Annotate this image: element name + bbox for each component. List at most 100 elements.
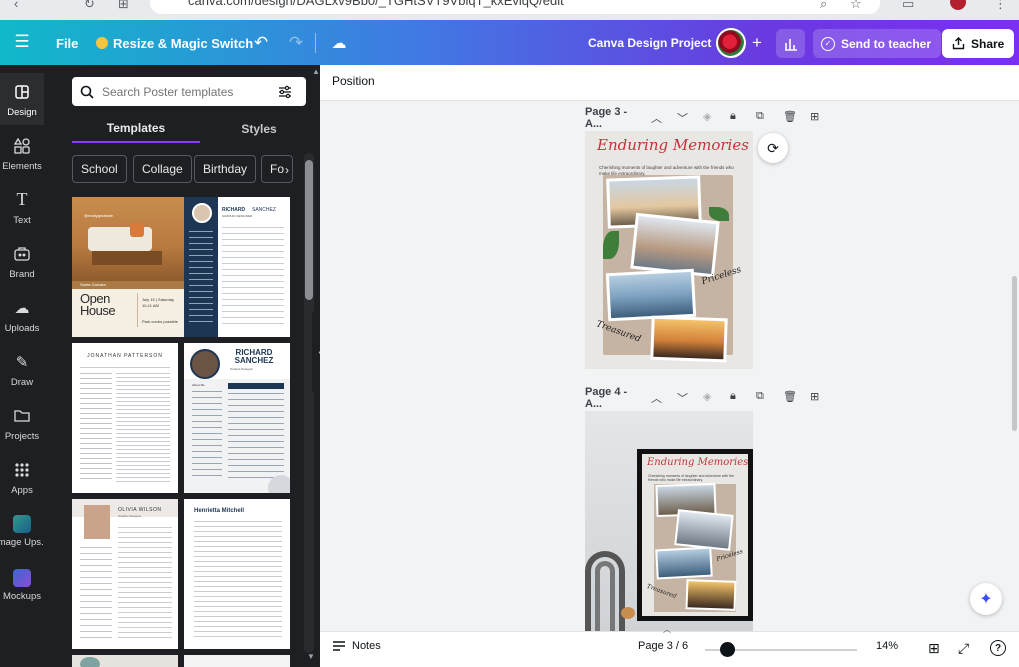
grid-view-icon[interactable]: ⊞ [928,640,940,657]
share-button[interactable]: Share [942,29,1015,58]
search-input[interactable] [102,84,270,99]
page-4-canvas[interactable]: Enduring Memories Cherishing moments of … [585,411,753,631]
template-card[interactable] [72,655,178,667]
file-button[interactable]: File [50,30,84,56]
rail-item-uploads[interactable]: ☁ Uploads [0,289,44,341]
send-label: Send to teacher [841,36,932,51]
chevron-up-icon[interactable]: ︿ [651,390,662,406]
hide-page-icon[interactable]: ◈ [703,110,711,123]
check-circle-icon: ✓ [821,36,835,51]
profile-icon[interactable] [950,0,966,10]
rail-label: Image Ups... [0,536,49,548]
template-card[interactable]: Henrietta Mitchell [184,499,290,649]
chevron-down-icon[interactable]: ﹀ [677,390,688,406]
page-3-canvas[interactable]: Enduring Memories Cherishing moments of … [585,131,753,369]
analytics-button[interactable] [776,29,805,58]
apps-grid-icon [11,459,33,481]
bookmark-star-icon[interactable]: ☆ [850,0,862,12]
zoom-slider-handle[interactable] [720,642,735,657]
main-menu-icon[interactable]: ☰ [12,32,32,52]
template-card[interactable]: OLIVIA WILSON Graphic Designer [72,499,178,649]
lock-icon[interactable]: 🔒︎ [730,390,736,403]
template-name: RICHARD SANCHEZ [234,348,274,365]
chevron-up-icon[interactable]: ︿ [651,110,662,126]
help-button[interactable]: ? [990,640,1006,656]
chevron-right-icon[interactable]: › [285,163,289,177]
canvas-area: Page 3 - A... ︿ ﹀ ◈ 🔒︎ ⧉ 🗑︎ ⊞ Enduring M… [320,101,1019,631]
zoom-level[interactable]: 14% [876,640,898,652]
send-to-teacher-button[interactable]: ✓ Send to teacher [813,29,942,58]
panel-scrollbar[interactable] [304,153,314,653]
trash-icon[interactable]: 🗑︎ [783,110,797,123]
tab-styles[interactable]: Styles [212,115,306,143]
template-card[interactable]: RICHARD SANCHEZ Product Designer About M… [184,343,290,493]
tab-templates[interactable]: Templates [72,115,200,143]
chevron-down-icon[interactable]: ﹀ [677,110,688,126]
page-indicator[interactable]: Page 3 / 6 [638,640,688,652]
resize-magic-switch-button[interactable]: Resize & Magic Switch [90,30,259,56]
add-page-icon[interactable]: ⊞ [810,110,819,123]
panel-scroll-thumb[interactable] [305,160,313,300]
redo-icon[interactable]: ↷ [285,30,307,56]
rail-item-mockups[interactable]: Mockups [0,559,44,611]
refresh-design-icon[interactable]: ⟳ [758,133,788,163]
notes-icon [333,641,345,651]
back-icon[interactable]: ‹ [14,0,18,11]
template-name: JONATHAN PATTERSON [87,353,163,359]
project-title[interactable]: Canva Design Project [588,30,711,56]
template-grid: @reallygreatsite Santa Gulcara Open Hous… [72,197,292,667]
filter-icon[interactable] [278,85,292,99]
hide-page-icon[interactable]: ◈ [703,390,711,403]
page-title[interactable]: Page 4 - A... [585,386,645,410]
chip-collage[interactable]: Collage [133,155,192,183]
rail-item-apps[interactable]: Apps [0,451,44,503]
duplicate-page-icon[interactable]: ⧉ [756,110,764,123]
fullscreen-icon[interactable]: ⤢ [958,640,969,657]
canvas-scrollbar[interactable] [1012,276,1017,431]
poster-photo [605,268,697,322]
undo-icon[interactable]: ↶ [250,30,272,56]
rail-item-projects[interactable]: Projects [0,397,44,449]
cloud-saved-icon[interactable]: ☁ [328,30,350,56]
add-page-icon[interactable]: ⊞ [810,390,819,403]
layout-icon [11,81,33,103]
duplicate-page-icon[interactable]: ⧉ [756,390,764,403]
template-card[interactable]: JONATHAN PATTERSON [72,343,178,493]
show-pages-chevron-icon[interactable]: ︿ [663,624,677,634]
zoom-icon[interactable]: ⌕ [820,0,827,12]
notes-button[interactable]: Notes [332,640,381,652]
brand-icon [11,243,33,265]
avatar[interactable] [716,28,746,58]
position-button[interactable]: Position [332,74,375,88]
kebab-menu-icon[interactable]: ⋮ [994,0,1007,12]
scroll-up-arrow-icon[interactable]: ▲ [312,67,320,76]
template-card[interactable]: RICHARD SANCHEZ GRAPHIC DESIGNER [184,197,290,337]
window-icon[interactable]: ▭ [902,0,914,12]
rail-item-elements[interactable]: Elements [0,127,44,179]
rail-item-text[interactable]: T Text [0,181,44,233]
extensions-icon[interactable]: ⊞ [118,0,129,12]
rail-item-draw[interactable]: ✎ Draw [0,343,44,395]
lock-icon[interactable]: 🔒︎ [730,110,736,123]
panel-tabs: Templates Styles [72,115,306,143]
poster-title: Enduring Memories [597,136,749,154]
page-title[interactable]: Page 3 - A... [585,106,645,130]
url-bar[interactable]: canva.com/design/DAGLxv9Bb0/_TGHtSVT9Vbi… [150,0,880,14]
add-collaborator-icon[interactable]: + [747,33,767,53]
chip-birthday[interactable]: Birthday [194,155,257,183]
template-card[interactable] [184,655,290,667]
trash-icon[interactable]: 🗑︎ [783,390,797,403]
editor-footer: ︿ Notes Page 3 / 6 14% ⊞ ⤢ ? [320,625,1019,667]
search-icon [80,85,94,99]
text-icon: T [16,189,28,209]
scroll-down-arrow-icon[interactable]: ▼ [307,652,315,661]
rail-item-image-upscaler[interactable]: Image Ups... [0,505,49,557]
search-bar[interactable] [72,77,306,106]
chip-school[interactable]: School [72,155,127,183]
magic-sparkle-icon[interactable]: ✦ [970,583,1002,615]
help-icon: ? [990,640,1006,656]
rail-item-design[interactable]: Design [0,73,44,125]
reload-icon[interactable]: ↻ [84,0,95,12]
template-card[interactable]: @reallygreatsite Santa Gulcara Open Hous… [72,197,184,337]
rail-item-brand[interactable]: Brand [0,235,44,287]
